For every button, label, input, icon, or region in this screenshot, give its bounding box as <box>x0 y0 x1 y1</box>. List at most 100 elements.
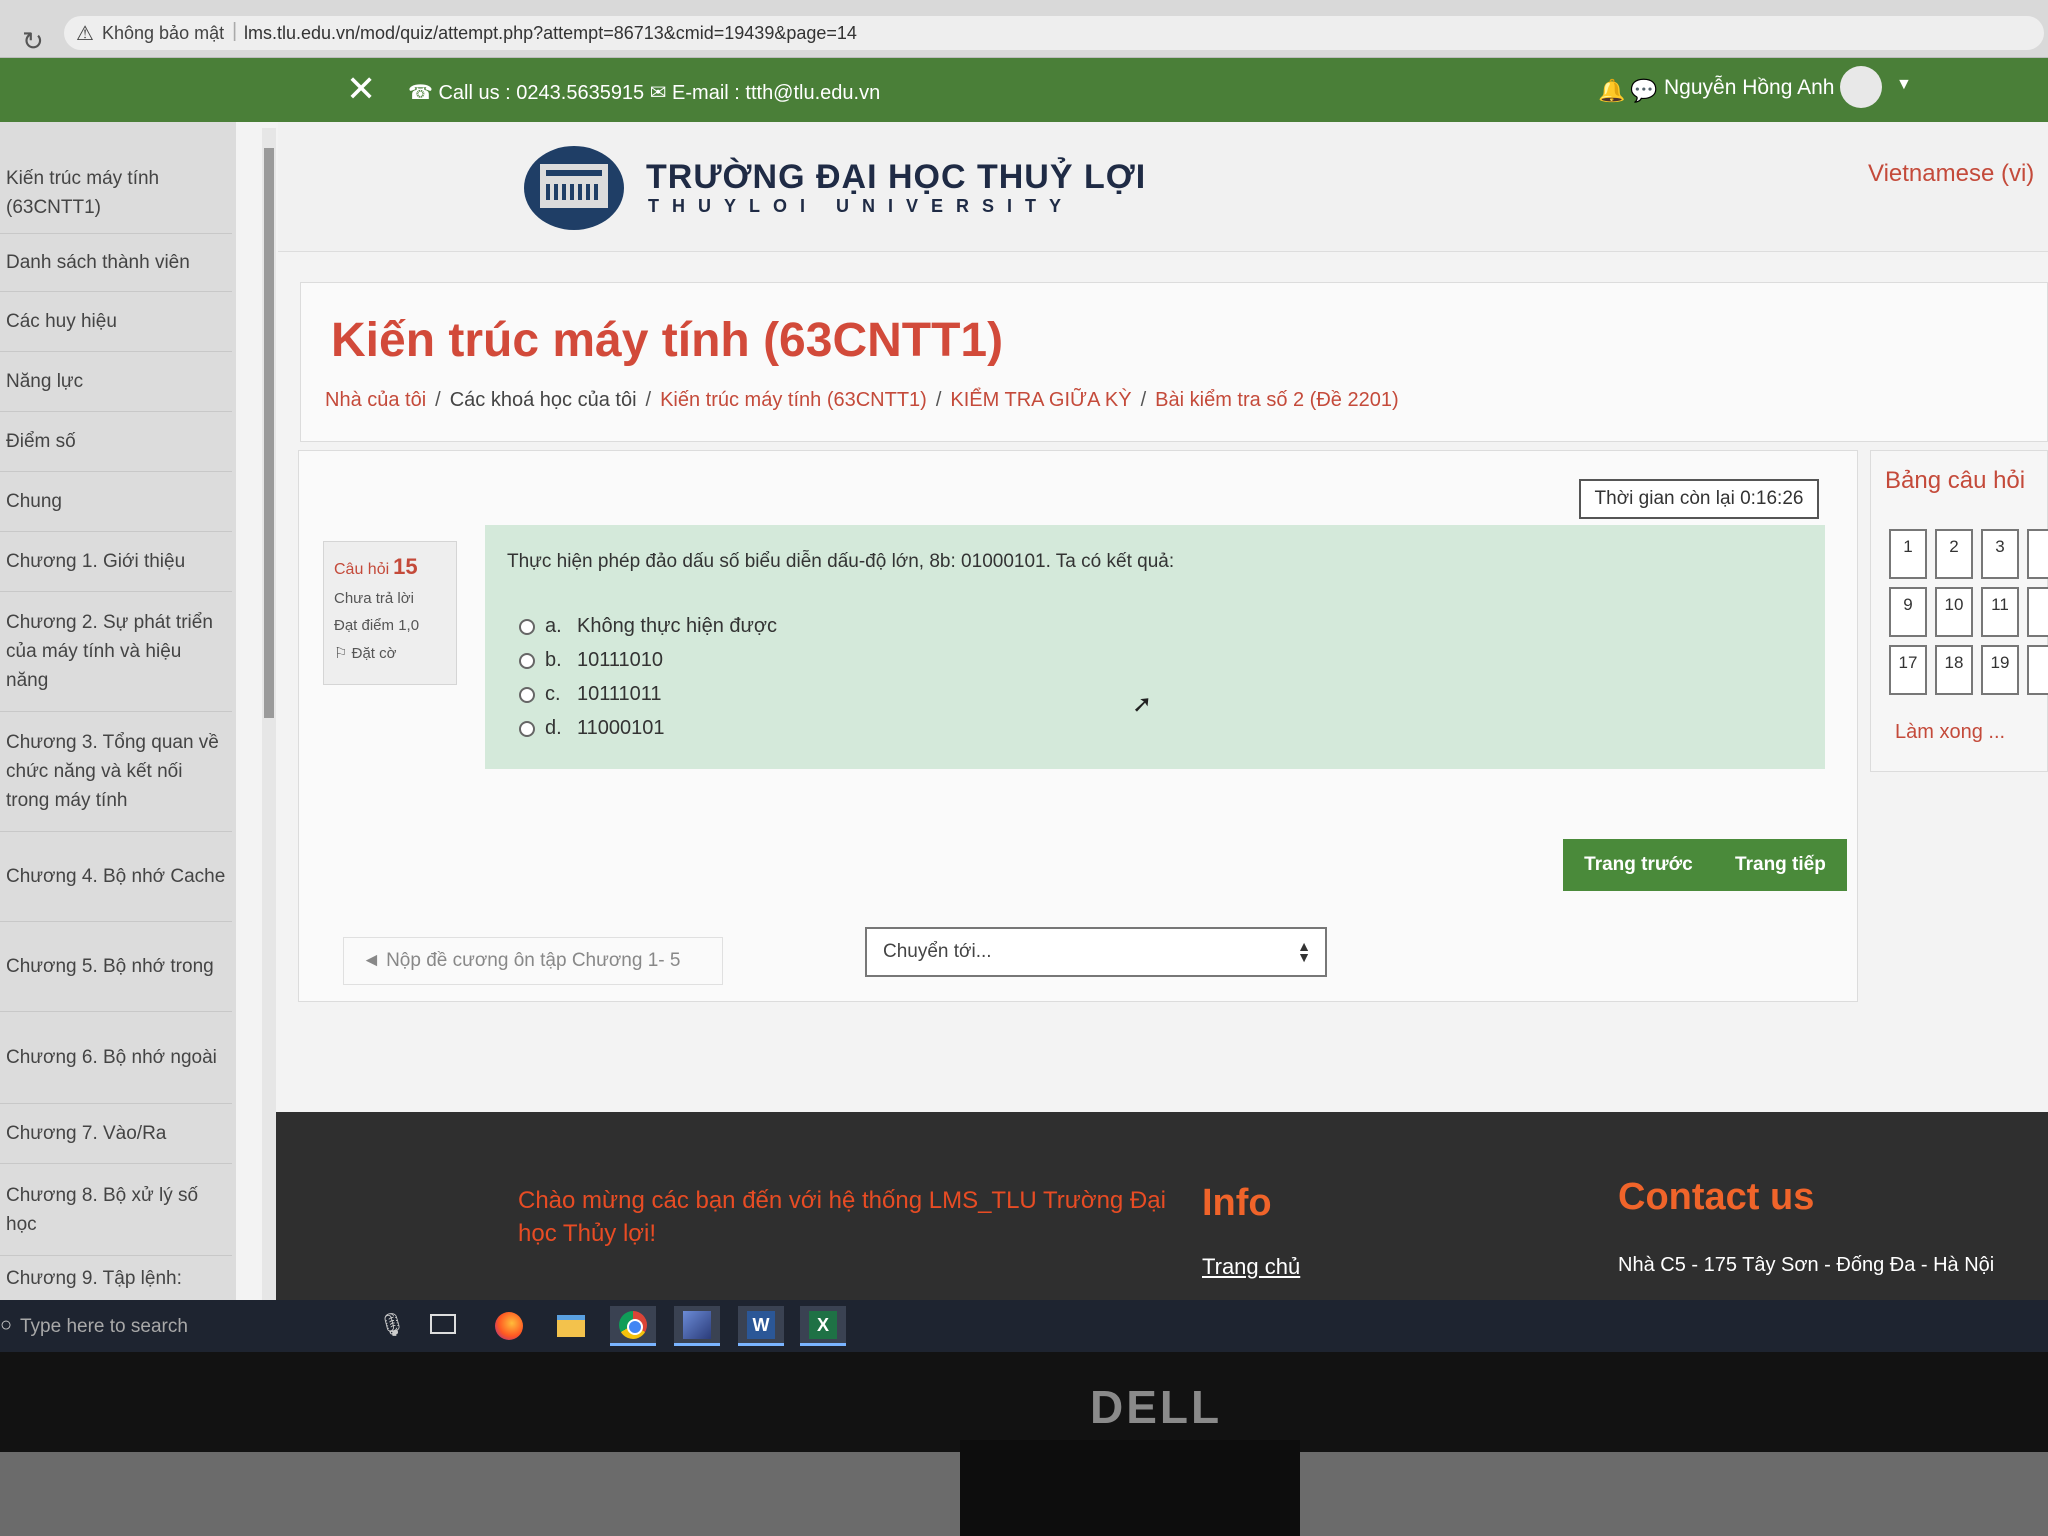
question-nav-button-partial[interactable] <box>2027 587 2048 637</box>
breadcrumb: Nhà của tôi / Các khoá học của tôi / Kiến tr… <box>325 389 1399 412</box>
pinned-app-icon[interactable] <box>674 1306 720 1346</box>
sidebar-item-label: Chương 8. Bộ xử lý số học <box>6 1184 199 1235</box>
taskbar-search-input[interactable]: Type here to search <box>20 1316 188 1338</box>
sidebar-item-chapter-6[interactable]: Chương 6. Bộ nhớ ngoài <box>0 1012 232 1104</box>
sidebar-item-badges[interactable]: Các huy hiệu <box>0 292 232 352</box>
next-page-button[interactable]: Trang tiếp <box>1735 854 1826 876</box>
radio-button[interactable] <box>519 720 535 737</box>
address-bar[interactable]: ⚠ Không bảo mật | lms.tlu.edu.vn/mod/qui… <box>64 16 2044 50</box>
breadcrumb-section[interactable]: KIỂM TRA GIỮA KỲ <box>950 389 1131 411</box>
user-name[interactable]: Nguyễn Hồng Anh <box>1664 76 1834 100</box>
answer-letter: d. <box>545 717 562 739</box>
file-explorer-icon[interactable] <box>548 1306 594 1346</box>
footer-info-heading: Info <box>1202 1182 1272 1224</box>
logo-building <box>540 164 608 208</box>
sidebar-item-chapter-2[interactable]: Chương 2. Sự phát triển của máy tính và … <box>0 592 232 712</box>
course-sidebar: Kiến trúc máy tính (63CNTT1) Danh sách t… <box>0 122 236 1300</box>
word-icon[interactable]: W <box>738 1306 784 1346</box>
breadcrumb-my-courses[interactable]: Các khoá học của tôi <box>450 389 637 411</box>
top-navbar: ✕ ☎ Call us : 0243.5635915 ✉ E-mail : tt… <box>0 58 2048 122</box>
answer-text: 10111011 <box>577 683 662 705</box>
university-logo[interactable] <box>524 146 624 230</box>
question-nav-button[interactable]: 11 <box>1981 587 2019 637</box>
breadcrumb-quiz[interactable]: Bài kiểm tra số 2 (Đề 2201) <box>1155 389 1398 411</box>
sidebar-item-label: Chương 2. Sự phát triển của máy tính và … <box>6 612 213 691</box>
sidebar-item-label: Chương 1. Giới thiệu <box>6 551 186 572</box>
previous-page-button[interactable]: Trang trước <box>1584 854 1693 876</box>
warning-icon: ⚠ <box>76 23 94 45</box>
language-selector[interactable]: Vietnamese (vi) <box>1868 160 2034 188</box>
sidebar-item-chapter-1[interactable]: Chương 1. Giới thiệu <box>0 532 232 592</box>
breadcrumb-separator: / <box>935 389 942 411</box>
sidebar-item-label: Kiến trúc máy tính (63CNTT1) <box>6 167 160 218</box>
radio-button[interactable] <box>519 686 535 703</box>
answer-option-d[interactable]: d. 11000101 <box>519 717 665 740</box>
question-nav-button[interactable]: 1 <box>1889 529 1927 579</box>
avatar[interactable] <box>1840 66 1882 108</box>
radio-button[interactable] <box>519 652 535 669</box>
previous-activity-link[interactable]: ◄ Nộp đề cương ôn tập Chương 1- 5 <box>343 937 723 985</box>
task-view-icon[interactable] <box>430 1314 456 1334</box>
footer-home-link[interactable]: Trang chủ <box>1202 1254 1300 1280</box>
question-nav-button[interactable]: 2 <box>1935 529 1973 579</box>
sidebar-item-general[interactable]: Chung <box>0 472 232 532</box>
microphone-icon[interactable]: 🎙 <box>378 1312 406 1338</box>
sidebar-item-course[interactable]: Kiến trúc máy tính (63CNTT1) <box>0 152 232 234</box>
question-nav-button[interactable]: 18 <box>1935 645 1973 695</box>
finish-attempt-link[interactable]: Làm xong ... <box>1895 721 2005 744</box>
question-text: Thực hiện phép đảo dấu số biểu diễn dấu-… <box>507 551 1175 572</box>
sidebar-scroll-thumb[interactable] <box>264 148 274 718</box>
sidebar-item-chapter-7[interactable]: Chương 7. Vào/Ra <box>0 1104 232 1164</box>
flag-question[interactable]: ⚐ Đặt cờ <box>334 644 446 662</box>
footer-welcome-text: Chào mừng các bạn đến với hệ thống LMS_T… <box>518 1187 1166 1247</box>
sidebar-item-label: Danh sách thành viên <box>6 252 190 273</box>
reload-icon[interactable]: ↻ <box>22 26 44 57</box>
answer-option-a[interactable]: a. Không thực hiện được <box>519 615 777 638</box>
question-info: Câu hỏi 15 Chưa trả lời Đạt điểm 1,0 ⚐ Đặ… <box>323 541 457 685</box>
question-nav-button-partial[interactable] <box>2027 645 2048 695</box>
word-logo: W <box>747 1310 775 1339</box>
sidebar-item-chapter-9[interactable]: Chương 9. Tập lệnh: <box>0 1256 232 1300</box>
sidebar-item-label: Các huy hiệu <box>6 311 117 332</box>
chevron-down-icon[interactable]: ▼ <box>1896 76 1912 94</box>
jump-to-select[interactable]: Chuyển tới... ▲ ▼ <box>865 927 1327 977</box>
logo-roof <box>546 170 602 176</box>
sidebar-item-chapter-8[interactable]: Chương 8. Bộ xử lý số học <box>0 1164 232 1256</box>
footer-address: Nhà C5 - 175 Tây Sơn - Đống Đa - Hà Nội <box>1618 1254 1995 1276</box>
sidebar-item-chapter-4[interactable]: Chương 4. Bộ nhớ Cache <box>0 832 232 922</box>
sidebar-item-label: Chung <box>6 491 62 512</box>
sidebar-item-competencies[interactable]: Năng lực <box>0 352 232 412</box>
sidebar-item-chapter-3[interactable]: Chương 3. Tổng quan về chức năng và kết … <box>0 712 232 832</box>
question-nav-button-partial[interactable] <box>2027 529 2048 579</box>
close-icon[interactable]: ✕ <box>346 68 376 110</box>
search-icon[interactable]: ○ <box>0 1314 12 1337</box>
question-nav-button[interactable]: 3 <box>1981 529 2019 579</box>
breadcrumb-course[interactable]: Kiến trúc máy tính (63CNTT1) <box>660 389 927 411</box>
answer-option-b[interactable]: b. 10111010 <box>519 649 663 672</box>
question-nav-button[interactable]: 10 <box>1935 587 1973 637</box>
excel-icon[interactable]: X <box>800 1306 846 1346</box>
radio-button[interactable] <box>519 618 535 635</box>
notification-icon[interactable]: 🔔 <box>1598 78 1625 104</box>
firefox-icon[interactable] <box>486 1306 532 1346</box>
sidebar-item-label: Điểm số <box>6 431 76 452</box>
monitor-bezel: DELL <box>0 1352 2048 1452</box>
url-text[interactable]: lms.tlu.edu.vn/mod/quiz/attempt.php?atte… <box>244 23 857 44</box>
excel-logo: X <box>809 1310 837 1339</box>
question-nav-button[interactable]: 17 <box>1889 645 1927 695</box>
question-nav-button[interactable]: 19 <box>1981 645 2019 695</box>
sidebar-item-label: Chương 9. Tập lệnh: <box>6 1267 182 1289</box>
chrome-icon[interactable] <box>610 1306 656 1346</box>
sidebar-item-label: Chương 6. Bộ nhớ ngoài <box>6 1047 217 1068</box>
course-header-card: Kiến trúc máy tính (63CNTT1) Nhà của tôi… <box>300 282 2048 442</box>
answer-text: Không thực hiện được <box>577 615 778 637</box>
question-nav-button[interactable]: 9 <box>1889 587 1927 637</box>
question-mark: Đạt điểm 1,0 <box>334 617 420 634</box>
answer-option-c[interactable]: c. 10111011 <box>519 683 662 706</box>
breadcrumb-home[interactable]: Nhà của tôi <box>325 389 426 411</box>
sidebar-item-chapter-5[interactable]: Chương 5. Bộ nhớ trong <box>0 922 232 1012</box>
sidebar-item-participants[interactable]: Danh sách thành viên <box>0 234 232 292</box>
sidebar-item-grades[interactable]: Điểm số <box>0 412 232 472</box>
windows-taskbar: ○ Type here to search 🎙 W X <box>0 1300 2048 1352</box>
message-icon[interactable]: 💬 <box>1630 78 1657 104</box>
